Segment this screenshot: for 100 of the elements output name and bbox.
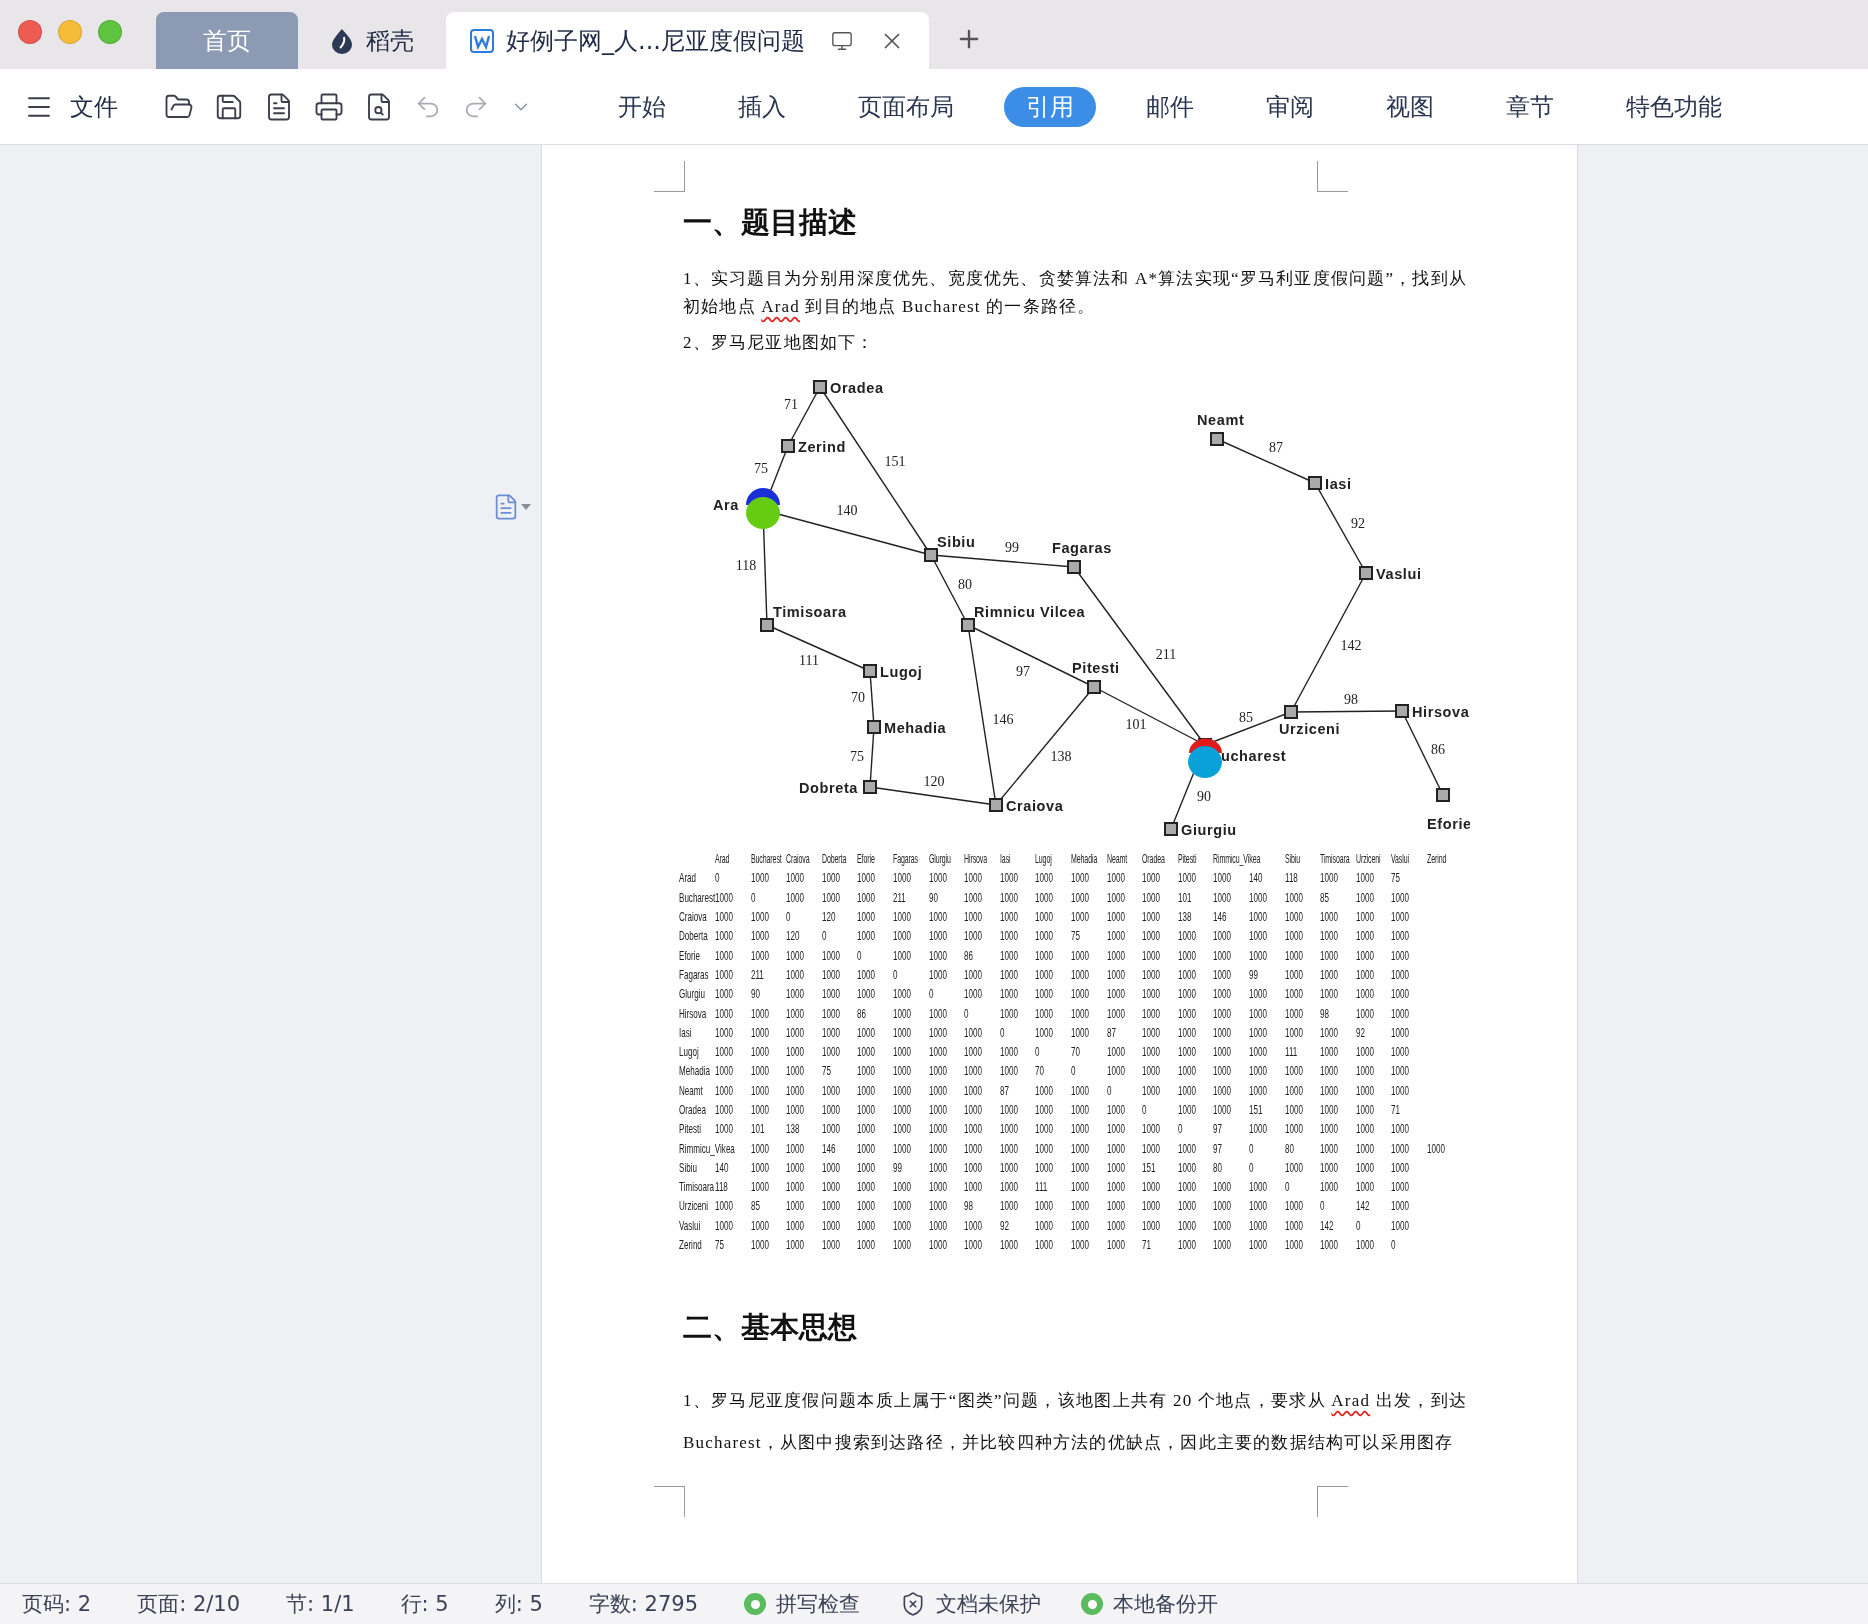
table-cell: 1000 [1142, 1044, 1161, 1060]
file-menu[interactable]: 文件 [70, 90, 118, 123]
table-cell: 1000 [821, 1044, 840, 1060]
table-cell: 1000 [1177, 1063, 1196, 1079]
table-cell: 1000 [1391, 1198, 1410, 1214]
table-cell: 1000 [1284, 1217, 1303, 1233]
ribbon-tab[interactable]: 特色功能 [1604, 86, 1744, 127]
ribbon-tab[interactable]: 开始 [596, 86, 688, 127]
table-cell: 1000 [928, 1237, 947, 1253]
table-cell: 1000 [715, 1198, 733, 1214]
table-cell: 1000 [1391, 909, 1410, 925]
distance-label: 118 [735, 558, 757, 573]
table-cell: 1000 [1035, 1024, 1054, 1040]
table-cell: 1000 [1142, 928, 1161, 944]
status-text[interactable]: 文档未保护 [936, 1590, 1042, 1618]
table-cell: 0 [1070, 1063, 1076, 1079]
row-header: Timisoara [679, 1179, 715, 1195]
table-cell: 0 [715, 870, 720, 886]
table-cell: 1000 [1320, 1102, 1339, 1117]
column-header: Doberta [821, 851, 846, 867]
table-cell: 1000 [857, 1102, 876, 1117]
table-cell: 1000 [1070, 1102, 1089, 1117]
table-cell: 1000 [1284, 1102, 1303, 1117]
table-cell: 86 [857, 1005, 867, 1021]
ribbon-tab[interactable]: 邮件 [1124, 86, 1216, 127]
table-cell: 146 [821, 1140, 836, 1156]
table-cell: 70 [1070, 1044, 1080, 1060]
table-cell: 1000 [928, 1140, 947, 1156]
table-cell: 1000 [750, 1159, 769, 1175]
table-cell: 1000 [1213, 1237, 1232, 1253]
table-cell: 1000 [964, 1217, 983, 1233]
column-header: Hirsova [964, 851, 988, 867]
table-cell: 1000 [1284, 1237, 1303, 1253]
monitor-icon[interactable] [830, 29, 853, 52]
table-cell: 1000 [786, 966, 805, 982]
table-cell: 120 [821, 909, 836, 925]
table-cell: 146 [1213, 909, 1227, 925]
ribbon-tab[interactable]: 章节 [1484, 86, 1576, 127]
table-cell: 1000 [750, 1237, 769, 1253]
table-cell: 1000 [1035, 870, 1054, 886]
column-header: Mehadia [1070, 851, 1098, 867]
table-cell: 1000 [999, 1237, 1018, 1253]
table-cell: 1000 [1284, 1121, 1303, 1137]
table-cell: 98 [1320, 1005, 1330, 1021]
table-cell: 1000 [786, 947, 805, 963]
table-cell: 0 [1284, 1179, 1289, 1195]
table-cell: 120 [786, 928, 800, 944]
table-cell: 1000 [821, 1102, 840, 1117]
ribbon-tab[interactable]: 审阅 [1244, 86, 1336, 127]
row-header: Zerind [679, 1237, 702, 1253]
table-cell: 1000 [715, 1063, 733, 1079]
city-label: Zerind [798, 439, 846, 455]
column-header: Rimmicu_Vikea [1213, 851, 1261, 867]
ribbon-tab[interactable]: 视图 [1364, 86, 1456, 127]
app-tab[interactable]: 稻壳 [306, 12, 438, 69]
table-cell: 1000 [1248, 928, 1267, 944]
table-cell: 1000 [999, 947, 1018, 963]
table-cell: 1000 [1177, 1044, 1196, 1060]
start-marker-icon [746, 488, 780, 529]
status-text[interactable]: 本地备份开 [1113, 1590, 1219, 1618]
ribbon-tab[interactable]: 页面布局 [836, 86, 976, 127]
table-cell: 1000 [1035, 909, 1054, 925]
table-cell: 1000 [1177, 1237, 1196, 1253]
table-cell: 1000 [1284, 986, 1303, 1002]
table-cell: 1000 [821, 1005, 840, 1021]
column-header: Zerind [1426, 851, 1447, 867]
table-cell: 1000 [1248, 1217, 1267, 1233]
table-cell: 90 [928, 889, 938, 905]
distance-label: 86 [1431, 742, 1445, 757]
table-cell: 1000 [1355, 1005, 1374, 1021]
table-cell: 1000 [1106, 928, 1125, 944]
status-text[interactable]: 拼写检查 [776, 1590, 861, 1618]
table-cell: 1000 [1320, 928, 1339, 944]
table-cell: 1000 [1070, 1179, 1089, 1195]
close-window-icon[interactable] [18, 19, 42, 44]
table-cell: 1000 [1320, 1024, 1339, 1040]
table-cell: 85 [1320, 889, 1330, 905]
table-cell: 1000 [1070, 966, 1089, 982]
table-cell: 1000 [892, 1140, 911, 1156]
city-label: Dobreta [799, 780, 858, 796]
table-cell: 1000 [1391, 1082, 1410, 1098]
table-cell: 1000 [1355, 966, 1374, 982]
table-cell: 1000 [1284, 1198, 1303, 1214]
table-cell: 1000 [1355, 870, 1374, 886]
table-cell: 1000 [1284, 966, 1303, 982]
distance-label: 140 [836, 503, 858, 518]
table-cell: 1000 [786, 1217, 805, 1233]
print-icon[interactable] [314, 91, 344, 122]
table-cell: 1000 [1177, 1159, 1196, 1175]
table-cell: 1000 [1070, 1024, 1089, 1040]
row-header: Lugoj [679, 1044, 699, 1060]
table-cell: 1000 [1284, 1005, 1303, 1021]
distance-label: 85 [1239, 710, 1253, 725]
table-cell: 1000 [857, 1121, 876, 1137]
app-tab[interactable]: 好例子网_人...尼亚度假问题 [446, 12, 929, 69]
table-cell: 1000 [715, 1044, 733, 1060]
ribbon-tab[interactable]: 插入 [716, 86, 808, 127]
table-cell: 1000 [786, 1024, 805, 1040]
table-cell: 71 [1142, 1237, 1152, 1253]
table-cell: 0 [750, 889, 756, 905]
